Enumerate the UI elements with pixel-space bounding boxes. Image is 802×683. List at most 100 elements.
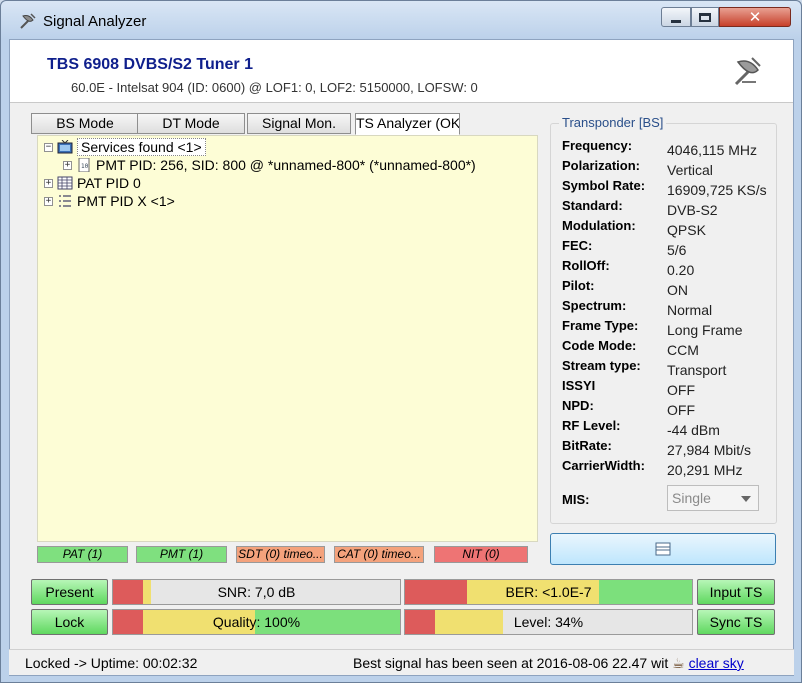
field-label: Frame Type: — [562, 318, 639, 333]
field-value: 0.20 — [667, 262, 695, 278]
field-label: FEC: — [562, 238, 593, 253]
tree-label-services: Services found <1> — [77, 138, 206, 156]
maximize-button[interactable] — [691, 7, 719, 27]
present-indicator[interactable]: Present — [31, 579, 108, 605]
field-label: ISSYI — [562, 378, 596, 393]
tree-node-service[interactable]: + 10 PMT PID: 256, SID: 800 @ *unnamed-8… — [63, 156, 476, 174]
snr-text: SNR: 7,0 dB — [217, 584, 296, 600]
field-value: DVB-S2 — [667, 202, 718, 218]
tree-label-service: PMT PID: 256, SID: 800 @ *unnamed-800* (… — [96, 157, 476, 173]
tuner-header: TBS 6908 DVBS/S2 Tuner 1 60.0E - Intelsa… — [10, 40, 793, 103]
tuner-name: TBS 6908 DVBS/S2 Tuner 1 — [47, 56, 253, 73]
field-label: RollOff: — [562, 258, 610, 273]
satellite-icon — [734, 57, 761, 86]
quality-meter: Quality: 100% — [112, 609, 401, 635]
lock-indicator[interactable]: Lock — [31, 609, 108, 635]
minimize-icon — [671, 19, 681, 23]
title-bar[interactable]: Signal Analyzer ✕ — [1, 1, 801, 39]
field-value: CCM — [667, 342, 699, 358]
tab-signal-mon[interactable]: Signal Mon. — [247, 113, 351, 134]
transponder-group: Transponder [BS] Frequency: 4046,115 MHz P… — [550, 115, 777, 524]
best-signal-text: Best signal has been seen at 2016-08-06 … — [353, 655, 669, 671]
field-value: Long Frame — [667, 322, 743, 338]
level-meter: Level: 34% — [404, 609, 693, 635]
expand-icon[interactable]: + — [63, 160, 72, 170]
transponder-title: Transponder [BS] — [559, 115, 667, 130]
tree-node-services[interactable]: − Services found <1> — [44, 138, 206, 156]
expand-icon[interactable]: + — [44, 178, 53, 188]
input-ts-indicator[interactable]: Input TS — [697, 579, 775, 605]
tab-dt-mode[interactable]: DT Mode — [137, 113, 245, 134]
field-value: Vertical — [667, 162, 713, 178]
client-area: TBS 6908 DVBS/S2 Tuner 1 60.0E - Intelsa… — [9, 39, 794, 676]
minimize-button[interactable] — [661, 7, 691, 27]
field-label: NPD: — [562, 398, 594, 413]
expand-icon[interactable]: + — [44, 196, 53, 206]
field-value: 16909,725 KS/s — [667, 182, 767, 198]
field-value: Normal — [667, 302, 713, 318]
ts-tree-view[interactable]: − Services found <1> + 10 PMT PID: 256, … — [37, 135, 538, 542]
clear-sky-link[interactable]: clear sky — [689, 655, 744, 671]
field-label: Polarization: — [562, 158, 641, 173]
status-bar: Locked -> Uptime: 00:02:32 Best signal h… — [9, 649, 794, 675]
pat-status: PAT (1) — [37, 546, 128, 563]
close-icon: ✕ — [748, 8, 762, 26]
field-value: Transport — [667, 362, 727, 378]
mis-select[interactable]: Single — [667, 485, 759, 511]
field-label: Standard: — [562, 198, 623, 213]
tab-ts-analyzer[interactable]: TS Analyzer (OK — [355, 113, 460, 135]
best-signal-status: Best signal has been seen at 2016-08-06 … — [353, 655, 744, 672]
document-icon: 10 — [78, 158, 90, 172]
nit-status: NIT (0) — [434, 546, 528, 563]
maximize-icon — [699, 12, 711, 22]
ber-text: BER: <1.0E-7 — [505, 584, 592, 600]
field-value: -44 dBm — [667, 422, 720, 438]
field-value: 27,984 Mbit/s — [667, 442, 752, 458]
field-value: QPSK — [667, 222, 706, 238]
cat-status: CAT (0) timeo... — [334, 546, 424, 563]
field-label: BitRate: — [562, 438, 612, 453]
field-value: OFF — [667, 382, 695, 398]
field-value: 4046,115 MHz — [667, 142, 758, 158]
field-label: Pilot: — [562, 278, 595, 293]
signal-analyzer-window: Signal Analyzer ✕ TBS 6908 DVBS/S2 Tuner… — [0, 0, 802, 683]
sync-ts-indicator[interactable]: Sync TS — [697, 609, 775, 635]
sdt-status: SDT (0) timeo... — [236, 546, 325, 563]
field-value: 5/6 — [667, 242, 687, 258]
tab-bs-mode[interactable]: BS Mode — [31, 113, 139, 134]
collapse-icon[interactable]: − — [44, 142, 53, 152]
table-icon — [57, 176, 73, 190]
field-label: CarrierWidth: — [562, 458, 645, 473]
window-title: Signal Analyzer — [43, 13, 147, 30]
weather-icon: ☕ — [672, 655, 685, 671]
mis-value: Single — [672, 490, 711, 506]
close-button[interactable]: ✕ — [719, 7, 791, 27]
field-value: OFF — [667, 402, 695, 418]
tv-icon — [57, 140, 73, 154]
tree-label-pat: PAT PID 0 — [77, 175, 141, 191]
svg-text:10: 10 — [81, 163, 89, 170]
window-toggle-button[interactable] — [550, 533, 776, 565]
ber-meter: BER: <1.0E-7 — [404, 579, 693, 605]
field-value: 20,291 MHz — [667, 462, 743, 478]
mis-label: MIS: — [562, 492, 590, 507]
field-label: Symbol Rate: — [562, 178, 646, 193]
field-value: ON — [667, 282, 688, 298]
window-icon — [655, 542, 671, 556]
field-label: Modulation: — [562, 218, 636, 233]
chevron-down-icon — [741, 496, 751, 502]
satellite-dish-icon — [20, 13, 36, 29]
tree-label-pmt: PMT PID X <1> — [77, 193, 175, 209]
field-label: Code Mode: — [562, 338, 637, 353]
pmt-status: PMT (1) — [136, 546, 227, 563]
tree-node-pat[interactable]: + PAT PID 0 — [44, 174, 141, 192]
snr-meter: SNR: 7,0 dB — [112, 579, 401, 605]
quality-text: Quality: 100% — [212, 614, 301, 630]
list-icon — [59, 195, 71, 207]
uptime-status: Locked -> Uptime: 00:02:32 — [25, 655, 198, 671]
tuner-info: 60.0E - Intelsat 904 (ID: 0600) @ LOF1: … — [71, 80, 478, 95]
tree-node-pmt[interactable]: + PMT PID X <1> — [44, 192, 175, 210]
level-text: Level: 34% — [513, 614, 584, 630]
field-label: RF Level: — [562, 418, 621, 433]
field-label: Stream type: — [562, 358, 641, 373]
